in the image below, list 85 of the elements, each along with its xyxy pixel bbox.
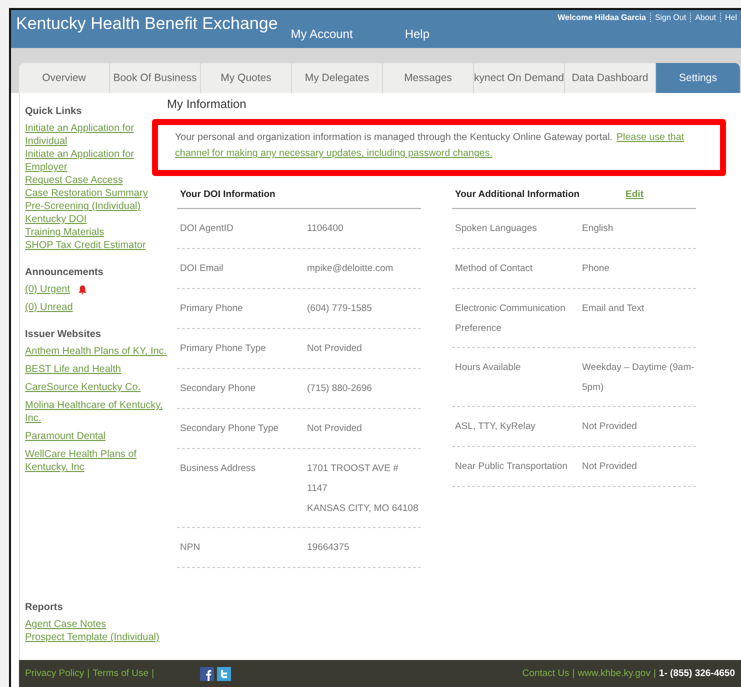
welcome-text: Welcome Hildaa Garcia [556,13,647,22]
nav-link[interactable]: Help [404,27,430,41]
tab[interactable]: Data Dashboard [565,63,656,93]
field-value: Not Provided [307,422,363,436]
facebook-icon[interactable] [200,666,214,680]
field-label: Electronic Communication Preference [455,302,566,336]
field-label: Primary Phone Type [180,342,267,356]
separator: | [572,668,575,679]
sidebar-link[interactable]: CareSource Kentucky Co. [25,381,167,394]
field-label: Business Address [180,462,257,476]
field-label: Near Public Transportation [455,460,568,474]
field-value: mpike@deloitte.com [307,262,394,276]
field-value: 19664375 [307,541,350,555]
sidebar-link[interactable]: Anthem Health Plans of KY, Inc. [25,345,167,358]
tab[interactable]: Settings [656,63,741,93]
field-label: Spoken Languages [455,222,538,236]
field-value: Phone [582,262,610,276]
separator: | [87,668,90,679]
tab[interactable]: Book Of Business [110,63,201,93]
sidebar-link[interactable]: Prospect Template (Individual) [25,631,167,644]
field-value: (715) 880-2696 [307,382,373,396]
footer-link[interactable]: Contact Us [522,668,570,679]
field-label: Method of Contact [455,262,534,276]
notice-link[interactable]: Please use that [616,130,684,146]
field-value: Not Provided [307,342,363,356]
sidebar-link[interactable]: WellCare Health Plans of Kentucky, Inc [25,448,167,474]
header-link[interactable]: Hel [720,13,741,22]
sidebar-link[interactable]: BEST Life and Health [25,363,167,376]
sidebar-link[interactable]: Training Materials [25,226,167,239]
field-value: English [582,222,614,236]
tab[interactable]: Messages [383,63,474,93]
footer-link[interactable]: www.khbe.ky.gov [578,668,650,679]
panel-heading: Your Additional Information [455,188,580,200]
field-value: Not Provided [582,460,638,474]
section-heading: Quick Links [25,106,83,117]
sidebar-link[interactable]: Initiate an Application for Individual [25,122,167,148]
twitter-icon[interactable] [217,666,232,680]
field-value: Not Provided [582,420,638,434]
sidebar-link[interactable]: Initiate an Application for Employer [25,148,167,174]
phone-number: 1- (855) 326-4650 [658,668,735,679]
field-value: 1106400 [307,222,344,236]
sidebar-link[interactable]: Paramount Dental [25,430,167,443]
page-heading: My Information [167,97,248,111]
tab[interactable]: My Quotes [201,63,292,93]
site-title: Kentucky Health Benefit Exchange [16,13,278,35]
footer-link[interactable]: Terms of Use [92,668,149,679]
sidebar-link[interactable]: Molina Healthcare of Kentucky, Inc. [25,399,167,425]
field-value: Weekday – Daytime (9am-5pm) [582,361,696,395]
edit-link[interactable]: Edit [626,188,644,200]
footer-link[interactable]: Privacy Policy [25,668,84,679]
sidebar-link[interactable]: Case Restoration Summary [25,187,167,200]
section-heading: Issuer Websites [25,329,102,340]
sidebar-link[interactable]: SHOP Tax Credit Estimator [25,239,167,252]
field-label: ASL, TTY, KyRelay [455,420,536,434]
sidebar-link[interactable]: (0) Urgent [25,283,70,296]
tab[interactable]: Overview [19,63,110,93]
tab[interactable]: My Delegates [292,63,383,93]
field-label: Hours Available [455,361,522,375]
separator: | [653,668,656,679]
sidebar-link[interactable]: Agent Case Notes [25,618,167,631]
field-label: Secondary Phone [180,382,257,396]
sidebar-link[interactable]: Pre-Screening (Individual) [25,200,167,213]
header-link[interactable]: Sign Out [650,13,690,22]
field-value: (604) 779-1585 [307,302,373,316]
notice-link[interactable]: channel for making any necessary updates, including password changes. [175,146,492,162]
field-value: Email and Text [582,302,646,316]
field-value: 1701 TROOST AVE # 1147 [307,462,400,496]
field-value: KANSAS CITY, MO 64108 [307,502,420,516]
separator: | [152,668,154,679]
sidebar-link[interactable]: Kentucky DOI [25,213,167,226]
header-link[interactable]: About [690,13,720,22]
nav-link[interactable]: My Account [290,27,353,41]
bell-icon [78,284,88,294]
section-heading: Announcements [25,267,104,278]
field-label: NPN [180,541,202,555]
field-label: DOI Email [180,262,224,276]
notice-text: Your personal and organization information is managed through the Kentucky Online Gateway portal. [175,131,613,145]
sidebar-link[interactable]: (0) Unread [25,301,167,314]
sidebar-link[interactable]: Request Case Access [25,174,167,187]
field-label: Primary Phone [180,302,244,316]
field-label: Secondary Phone Type [180,422,280,436]
panel-heading: Your DOI Information [180,188,276,200]
section-heading: Reports [25,602,64,613]
field-label: DOI AgentID [180,222,234,236]
tab[interactable]: kynect On Demand [474,63,565,93]
